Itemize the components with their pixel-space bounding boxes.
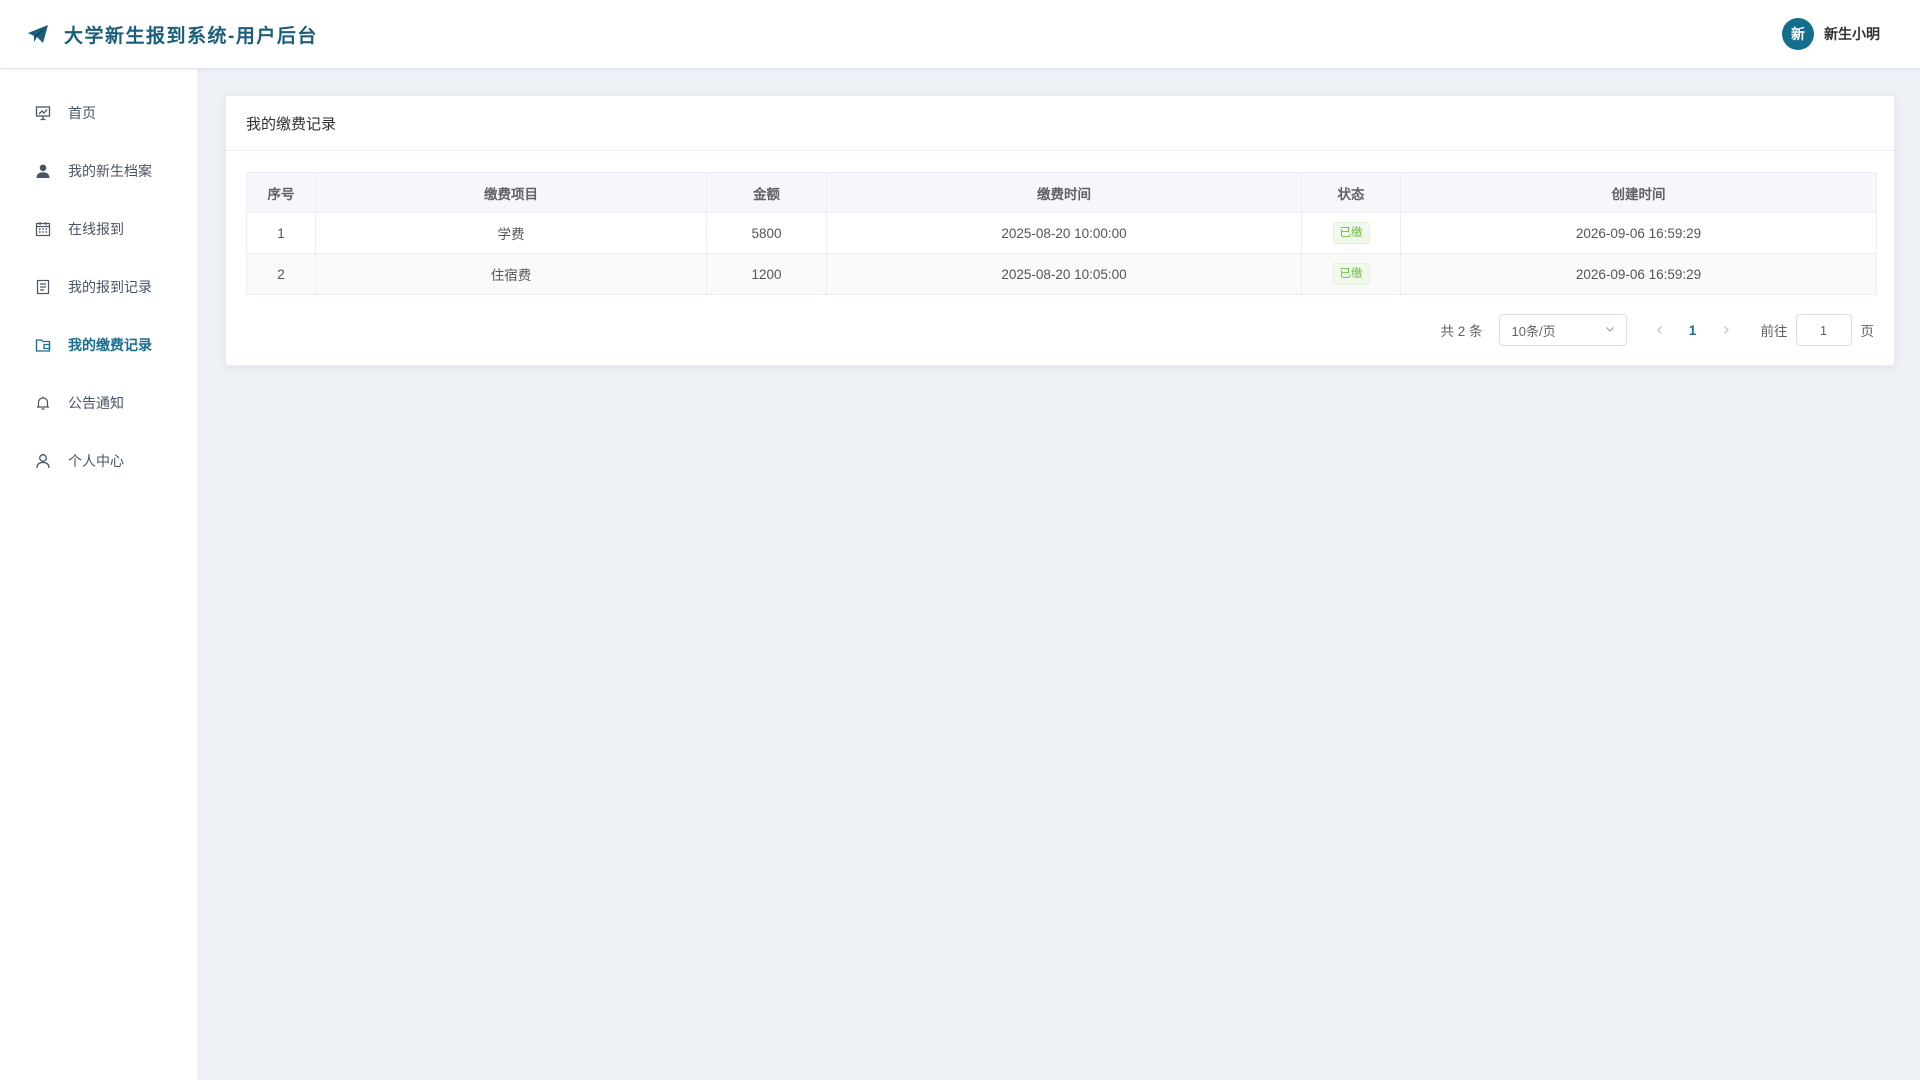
cell-status: 已缴 xyxy=(1301,253,1401,295)
column-header: 序号 xyxy=(246,172,316,213)
payment-table: 序号 缴费项目 金额 缴费时间 状态 创建时间 1 学费 5800 2025-0… xyxy=(246,172,1877,295)
cell-created: 2026-09-06 16:59:29 xyxy=(1400,253,1877,295)
presentation-icon xyxy=(34,104,52,122)
cell-amount: 1200 xyxy=(706,253,827,295)
pagination: 共 2 条 10条/页 1 前往 页 xyxy=(1440,314,1874,346)
sidebar-item-personal-center[interactable]: 个人中心 xyxy=(0,432,198,490)
sidebar: 首页 我的新生档案 在线报到 我的报到记录 我的缴费记录 公告通知 个人中心 xyxy=(0,69,199,1080)
wallet-icon xyxy=(34,336,52,354)
user-menu[interactable]: 新 新生小明 xyxy=(1782,18,1880,50)
sidebar-item-label: 在线报到 xyxy=(68,221,124,237)
calendar-icon xyxy=(34,220,52,238)
column-header: 创建时间 xyxy=(1400,172,1877,213)
bell-icon xyxy=(34,394,52,412)
next-page-button[interactable] xyxy=(1713,314,1739,346)
status-badge: 已缴 xyxy=(1332,222,1370,244)
cell-item: 住宿费 xyxy=(315,253,707,295)
goto-label: 前往 xyxy=(1760,324,1788,339)
app-title: 大学新生报到系统-用户后台 xyxy=(64,25,318,47)
column-header: 金额 xyxy=(706,172,827,213)
sidebar-item-label: 我的缴费记录 xyxy=(68,337,152,353)
table-row[interactable]: 1 学费 5800 2025-08-20 10:00:00 已缴 2026-09… xyxy=(246,212,1877,254)
sidebar-item-label: 首页 xyxy=(68,105,96,121)
sidebar-item-profile[interactable]: 我的新生档案 xyxy=(0,142,198,200)
person-outline-icon xyxy=(34,452,52,470)
goto-page-input[interactable] xyxy=(1795,314,1852,346)
status-badge: 已缴 xyxy=(1332,263,1370,285)
cell-index: 2 xyxy=(246,253,316,295)
top-header: 大学新生报到系统-用户后台 新 新生小明 xyxy=(0,0,1920,69)
sidebar-item-label: 我的报到记录 xyxy=(68,279,152,295)
page-number-current[interactable]: 1 xyxy=(1673,323,1713,338)
sidebar-item-home[interactable]: 首页 xyxy=(0,84,198,142)
user-icon xyxy=(34,162,52,180)
cell-created: 2026-09-06 16:59:29 xyxy=(1400,212,1877,254)
page-size-select[interactable]: 10条/页 xyxy=(1498,314,1627,346)
avatar[interactable]: 新 xyxy=(1782,18,1814,50)
sidebar-item-payment-records[interactable]: 我的缴费记录 xyxy=(0,316,198,374)
cell-amount: 5800 xyxy=(706,212,827,254)
cell-pay-time: 2025-08-20 10:05:00 xyxy=(826,253,1302,295)
document-icon xyxy=(34,278,52,296)
column-header: 缴费时间 xyxy=(826,172,1302,213)
pagination-total: 共 2 条 xyxy=(1440,324,1483,339)
sidebar-item-label: 个人中心 xyxy=(68,453,124,469)
username[interactable]: 新生小明 xyxy=(1824,24,1880,44)
sidebar-item-label: 公告通知 xyxy=(68,395,124,411)
table-header-row: 序号 缴费项目 金额 缴费时间 状态 创建时间 xyxy=(246,172,1877,213)
goto-unit-label: 页 xyxy=(1860,324,1875,339)
cell-pay-time: 2025-08-20 10:00:00 xyxy=(826,212,1302,254)
cell-index: 1 xyxy=(246,212,316,254)
sidebar-item-announcements[interactable]: 公告通知 xyxy=(0,374,198,432)
card-title: 我的缴费记录 xyxy=(226,96,1894,151)
page-size-value: 10条/页 xyxy=(1511,323,1556,339)
cell-item: 学费 xyxy=(315,212,707,254)
payment-records-card: 我的缴费记录 序号 缴费项目 金额 缴费时间 状态 创建时间 1 学费 5800… xyxy=(225,95,1895,366)
column-header: 状态 xyxy=(1301,172,1401,213)
chevron-left-icon xyxy=(1656,326,1662,334)
column-header: 缴费项目 xyxy=(315,172,707,213)
paper-plane-icon xyxy=(26,22,50,46)
prev-page-button[interactable] xyxy=(1647,314,1673,346)
sidebar-item-label: 我的新生档案 xyxy=(68,163,152,179)
chevron-right-icon xyxy=(1723,326,1729,334)
table-row[interactable]: 2 住宿费 1200 2025-08-20 10:05:00 已缴 2026-0… xyxy=(246,253,1877,295)
sidebar-item-checkin-records[interactable]: 我的报到记录 xyxy=(0,258,198,316)
chevron-down-icon xyxy=(1604,323,1616,338)
sidebar-item-online-checkin[interactable]: 在线报到 xyxy=(0,200,198,258)
cell-status: 已缴 xyxy=(1301,212,1401,254)
